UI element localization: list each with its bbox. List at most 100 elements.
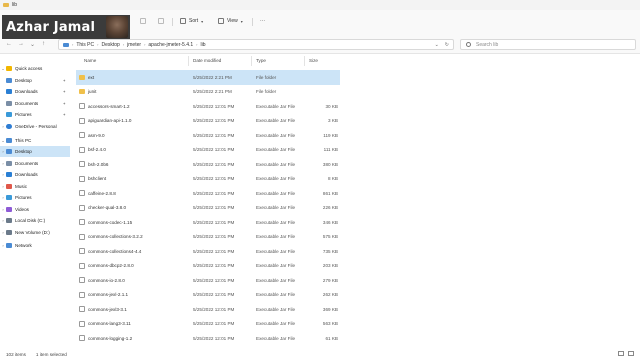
- sidebar-item-documents-pinned[interactable]: Documents ✦: [0, 98, 70, 109]
- jar-file-icon: [79, 146, 85, 153]
- breadcrumb-lib[interactable]: lib: [201, 42, 206, 48]
- file-row[interactable]: junit 5/25/2022 2:21 PM File folder: [76, 85, 340, 100]
- picture-icon: [6, 195, 12, 200]
- file-row[interactable]: bsf-2.4.0 5/25/2022 12:01 PM Executable Ja…: [76, 143, 340, 158]
- up-arrow-icon[interactable]: ↑: [42, 41, 45, 47]
- file-row[interactable]: checker-qual-3.8.0 5/25/2022 12:01 PM Exec…: [76, 201, 340, 216]
- file-row[interactable]: accessors-smart-1.2 5/25/2022 12:01 PM Exe…: [76, 99, 340, 114]
- sidebar-item-label: OneDrive - Personal: [15, 124, 57, 129]
- jar-file-icon: [79, 175, 85, 182]
- tiles-view-icon[interactable]: [628, 351, 634, 356]
- sidebar-item-desktop[interactable]: › Desktop: [0, 146, 70, 157]
- breadcrumb-desktop[interactable]: Desktop: [101, 42, 119, 48]
- file-row[interactable]: commons-codec-1.15 5/25/2022 12:01 PM Exec…: [76, 215, 340, 230]
- file-row[interactable]: commons-dbcp2-2.8.0 5/25/2022 12:01 PM Exe…: [76, 259, 340, 274]
- jar-file-icon: [79, 103, 85, 110]
- delete-button[interactable]: [158, 18, 164, 24]
- file-row[interactable]: apiguardian-api-1.1.0 5/25/2022 12:01 PM E…: [76, 114, 340, 129]
- chevron-down-icon[interactable]: ⌄: [435, 42, 439, 48]
- file-name: checker-qual-3.8.0: [88, 205, 127, 211]
- column-divider[interactable]: [188, 56, 189, 66]
- sidebar-item-videos[interactable]: › Videos: [0, 204, 70, 215]
- jar-file-icon: [79, 161, 85, 168]
- search-box[interactable]: Search lib: [460, 39, 636, 50]
- recent-chevron-icon[interactable]: ⌄: [30, 41, 35, 48]
- sidebar-item-this-pc[interactable]: ⌄ This PC: [0, 135, 70, 146]
- column-header-name[interactable]: Name: [84, 58, 96, 63]
- chevron-down-icon: ▾: [240, 18, 243, 24]
- file-row[interactable]: bshclient 5/25/2022 12:01 PM Executable Ja…: [76, 172, 340, 187]
- network-icon: [6, 243, 12, 248]
- file-date-modified: 5/25/2022 12:01 PM: [193, 190, 235, 196]
- file-row[interactable]: caffeine-2.8.8 5/25/2022 12:01 PM Executab…: [76, 186, 340, 201]
- sidebar-item-label: This PC: [15, 138, 32, 143]
- column-divider[interactable]: [251, 56, 252, 66]
- jar-file-icon: [79, 219, 85, 226]
- file-size: 61 KB: [325, 335, 338, 341]
- chevron-right-icon: ›: [144, 42, 146, 47]
- sidebar-item-network[interactable]: › Network: [0, 240, 70, 251]
- file-date-modified: 5/25/2022 12:01 PM: [193, 161, 235, 167]
- refresh-icon[interactable]: ↻: [445, 42, 449, 48]
- jar-file-icon: [79, 306, 85, 313]
- file-size: 262 KB: [322, 292, 338, 298]
- breadcrumb-apache-jmeter[interactable]: apache-jmeter-5.4.1: [148, 42, 193, 48]
- sort-button[interactable]: Sort ▾: [180, 18, 203, 24]
- sidebar-item-local-disk-c[interactable]: › Local Disk (C:): [0, 215, 70, 226]
- column-header-type[interactable]: Type: [256, 58, 266, 63]
- file-date-modified: 5/25/2022 12:01 PM: [193, 205, 235, 211]
- file-row[interactable]: bsh-2.0b6 5/25/2022 12:01 PM Executable Ja…: [76, 157, 340, 172]
- address-bar[interactable]: › This PC › Desktop › jmeter › apache-jm…: [58, 39, 454, 50]
- file-row[interactable]: ext 5/25/2022 2:21 PM File folder: [76, 70, 340, 85]
- file-row[interactable]: commons-collections4-4.4 5/25/2022 12:01 …: [76, 244, 340, 259]
- file-size: 369 KB: [322, 306, 338, 312]
- breadcrumb-this-pc[interactable]: This PC: [76, 42, 94, 48]
- sidebar-item-desktop-pinned[interactable]: Desktop ✦: [0, 75, 70, 86]
- sidebar-item-downloads-pinned[interactable]: Downloads ✦: [0, 86, 70, 97]
- sidebar-item-pictures-pinned[interactable]: Pictures ✦: [0, 109, 70, 120]
- file-row[interactable]: commons-io-2.8.0 5/25/2022 12:01 PM Execut…: [76, 273, 340, 288]
- sidebar-item-pictures[interactable]: › Pictures: [0, 192, 70, 203]
- file-date-modified: 5/25/2022 12:01 PM: [193, 248, 235, 254]
- back-arrow-icon[interactable]: ←: [6, 41, 12, 47]
- file-row[interactable]: commons-jexl3-3.1 5/25/2022 12:01 PM Execu…: [76, 302, 340, 317]
- breadcrumb-jmeter[interactable]: jmeter: [127, 42, 141, 48]
- sidebar-item-documents[interactable]: › Documents: [0, 158, 70, 169]
- sidebar-item-new-volume-d[interactable]: › New Volume (D:): [0, 227, 70, 238]
- forward-arrow-icon[interactable]: →: [18, 41, 24, 47]
- jar-file-icon: [79, 117, 85, 124]
- column-divider[interactable]: [304, 56, 305, 66]
- document-icon: [6, 160, 12, 166]
- file-row[interactable]: commons-lang3-3.11 5/25/2022 12:01 PM Exec…: [76, 317, 340, 332]
- sidebar-item-onedrive[interactable]: › OneDrive - Personal: [0, 121, 70, 132]
- file-size: 8 KB: [328, 176, 338, 182]
- jar-file-icon: [79, 248, 85, 255]
- jar-file-icon: [79, 132, 85, 139]
- file-size: 226 KB: [322, 205, 338, 211]
- file-type: Executable Jar File: [256, 219, 296, 225]
- sidebar-item-quick-access[interactable]: ⌄ Quick access: [0, 63, 70, 74]
- file-size: 30 KB: [325, 103, 338, 109]
- toolbar-divider: [172, 18, 173, 26]
- item-count: 102 items: [6, 351, 26, 357]
- selection-count: 1 item selected: [35, 351, 67, 357]
- column-header-date[interactable]: Date modified: [193, 58, 221, 63]
- sidebar-item-downloads[interactable]: › Downloads: [0, 169, 70, 180]
- sidebar-item-label: Local Disk (C:): [15, 218, 46, 223]
- star-icon: [6, 66, 12, 71]
- more-options-button[interactable]: ···: [260, 18, 265, 24]
- column-header-size[interactable]: Size: [309, 58, 318, 63]
- file-row[interactable]: commons-collections-3.2.2 5/25/2022 12:01…: [76, 230, 340, 245]
- file-row[interactable]: commons-logging-1.2 5/25/2022 12:01 PM Exe…: [76, 331, 340, 346]
- copy-button[interactable]: [140, 18, 146, 24]
- file-row[interactable]: commons-jexl-2.1.1 5/25/2022 12:01 PM Exec…: [76, 288, 340, 303]
- sidebar-item-music[interactable]: › Music: [0, 181, 70, 192]
- file-row[interactable]: asm-9.0 5/25/2022 12:01 PM Executable Jar …: [76, 128, 340, 143]
- sidebar-item-label: Pictures: [15, 195, 32, 200]
- more-icon: ···: [260, 18, 265, 24]
- file-date-modified: 5/25/2022 12:01 PM: [193, 292, 235, 298]
- file-name: commons-io-2.8.0: [88, 277, 125, 283]
- details-view-icon[interactable]: [618, 351, 624, 356]
- jar-file-icon: [79, 335, 85, 342]
- view-button[interactable]: View ▾: [218, 18, 243, 24]
